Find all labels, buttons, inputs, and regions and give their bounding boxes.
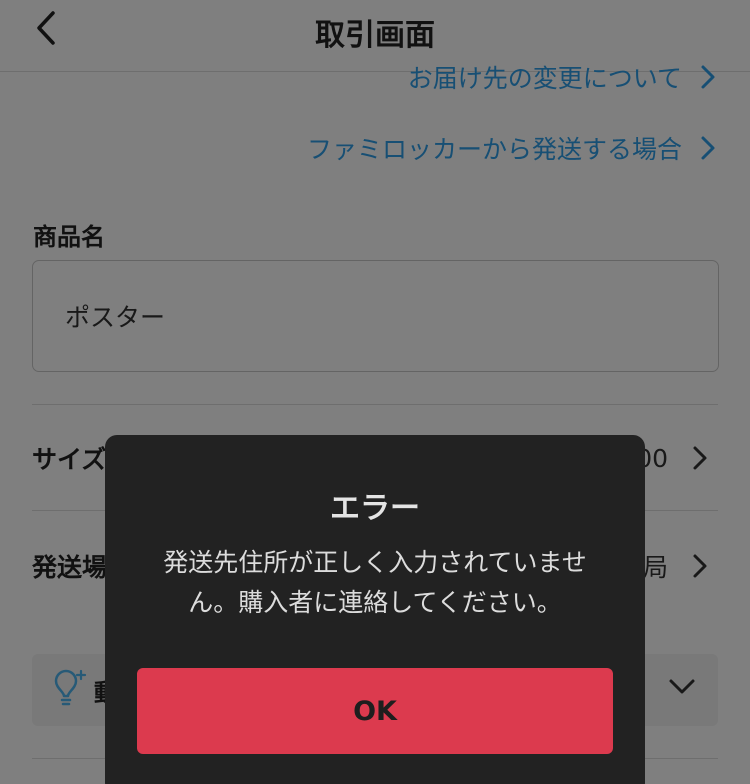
dialog-message: 発送先住所が正しく入力されていません。購入者に連絡してください。 — [163, 548, 587, 617]
dialog-title: エラー — [330, 491, 420, 526]
error-dialog: エラー 発送先住所が正しく入力されていません。購入者に連絡してください。 OK — [105, 435, 645, 784]
ok-button[interactable]: OK — [137, 668, 613, 754]
